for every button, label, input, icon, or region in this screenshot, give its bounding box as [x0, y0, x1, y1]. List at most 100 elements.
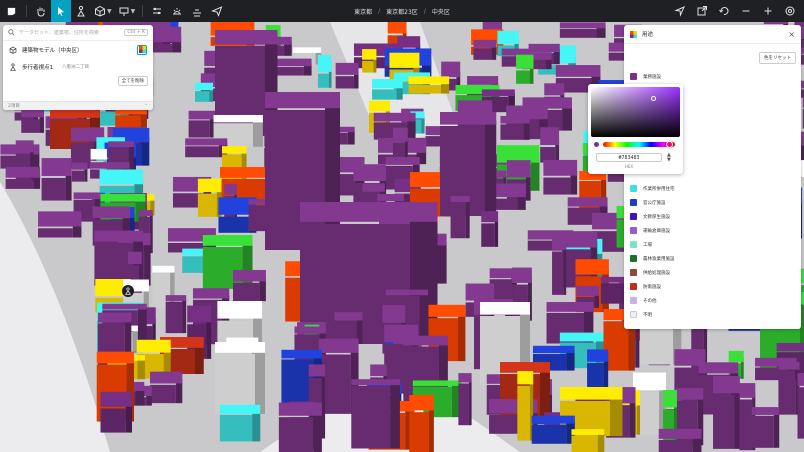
- building[interactable]: [552, 234, 567, 295]
- delete-all-button[interactable]: 全てを削除: [117, 76, 148, 86]
- legend-item[interactable]: 不明: [630, 311, 652, 318]
- zoom-in-button[interactable]: [758, 0, 778, 22]
- layers-tool-button[interactable]: [187, 0, 207, 22]
- layer-item-building-model[interactable]: 建築物モデル（中央区）: [3, 41, 153, 58]
- building[interactable]: [540, 127, 560, 163]
- building[interactable]: [215, 342, 265, 414]
- building[interactable]: [41, 158, 72, 201]
- building[interactable]: [531, 415, 575, 444]
- building[interactable]: [150, 371, 183, 404]
- building[interactable]: [458, 373, 472, 426]
- legend-swatch[interactable]: [630, 185, 637, 192]
- export-button[interactable]: [692, 0, 712, 22]
- legend-swatch[interactable]: [630, 227, 637, 234]
- legend-item[interactable]: 防衛施設: [630, 283, 661, 290]
- send-icon: [211, 6, 223, 17]
- legend-swatch[interactable]: [630, 297, 637, 304]
- building[interactable]: [195, 82, 214, 102]
- legend-swatch[interactable]: [630, 283, 637, 290]
- building[interactable]: [481, 211, 499, 247]
- layer-color-button[interactable]: [137, 44, 147, 55]
- settings-button[interactable]: [780, 0, 800, 22]
- legend-swatch[interactable]: [630, 199, 637, 206]
- legend-swatch[interactable]: [630, 255, 637, 262]
- color-palette-icon: [630, 30, 637, 38]
- building[interactable]: [473, 39, 497, 60]
- reset-colors-button[interactable]: 色をリセット: [759, 52, 796, 64]
- layers-panel-footer[interactable]: 2項目 ⌃: [3, 101, 153, 110]
- location-icon: [674, 6, 685, 17]
- breadcrumb-ward[interactable]: 中央区: [432, 7, 450, 16]
- building[interactable]: [278, 402, 322, 452]
- building[interactable]: [751, 407, 780, 448]
- legend-swatch[interactable]: [630, 241, 637, 248]
- building[interactable]: [351, 379, 400, 449]
- legend-swatch[interactable]: [630, 311, 637, 318]
- pedestrian-tool-button[interactable]: [71, 0, 91, 22]
- building[interactable]: [571, 429, 605, 452]
- legend-item[interactable]: 文教厚生施設: [630, 213, 670, 220]
- legend-item[interactable]: その他: [630, 297, 657, 304]
- building[interactable]: [219, 404, 261, 442]
- pointer-tool-button[interactable]: [51, 0, 71, 22]
- sliders-tool-button[interactable]: [147, 0, 167, 22]
- building[interactable]: [188, 110, 216, 138]
- building[interactable]: [658, 428, 702, 452]
- chevron-up-icon[interactable]: ⌃: [144, 104, 148, 109]
- format-stepper[interactable]: ▲ ▼: [667, 153, 671, 163]
- legend-item[interactable]: 業務施設: [630, 73, 661, 80]
- search-shortcut-hint: Ctrl + K: [124, 29, 148, 36]
- sun-tool-button[interactable]: [167, 0, 187, 22]
- close-icon[interactable]: ×: [788, 30, 795, 39]
- breadcrumb-prefecture[interactable]: 東京都: [354, 7, 372, 16]
- layers-icon: [193, 9, 202, 17]
- legend-item[interactable]: 工場: [630, 241, 652, 248]
- building[interactable]: [713, 375, 740, 449]
- building[interactable]: [165, 295, 187, 334]
- hue-slider[interactable]: [603, 142, 675, 147]
- legend-swatch[interactable]: [630, 269, 637, 276]
- building[interactable]: [100, 391, 132, 433]
- pedestrian-marker[interactable]: [122, 285, 134, 297]
- legend-item[interactable]: 官公庁施設: [630, 199, 666, 206]
- hex-color-input[interactable]: [596, 153, 662, 162]
- undo-button[interactable]: [714, 0, 734, 22]
- building[interactable]: [797, 373, 804, 439]
- legend-label: 工場: [643, 242, 652, 248]
- building[interactable]: [500, 115, 530, 140]
- pointer-icon: [58, 7, 64, 16]
- saturation-value-area[interactable]: [591, 87, 680, 137]
- building[interactable]: [559, 22, 606, 38]
- layer-item-pedestrian-view[interactable]: 歩行者視点1 八重洲二丁目: [3, 58, 153, 75]
- building[interactable]: [197, 178, 222, 217]
- saturation-handle[interactable]: [651, 96, 656, 101]
- app-logo[interactable]: [0, 0, 22, 22]
- search-input[interactable]: [19, 29, 121, 36]
- zoom-out-button[interactable]: [736, 0, 756, 22]
- legend-item[interactable]: 作業所併用住宅: [630, 185, 675, 192]
- sign-tool-button[interactable]: ▼: [115, 0, 139, 22]
- breadcrumb-wards[interactable]: 東京都23区: [386, 7, 418, 16]
- chevron-down-icon: ▼: [130, 7, 136, 15]
- building[interactable]: [232, 269, 266, 302]
- building[interactable]: [317, 54, 332, 88]
- share-tool-button[interactable]: [207, 0, 227, 22]
- location-button[interactable]: [670, 0, 690, 22]
- legend-item[interactable]: 運輸倉庫施設: [630, 227, 670, 234]
- legend-header: 用途 ×: [624, 25, 801, 44]
- building[interactable]: [38, 211, 82, 238]
- pedestrian-icon: [125, 287, 131, 295]
- legend-label: 文教厚生施設: [643, 214, 670, 220]
- undo-icon: [719, 7, 729, 16]
- building[interactable]: [409, 395, 434, 452]
- legend-swatch[interactable]: [630, 73, 637, 80]
- legend-item[interactable]: 農林漁業用施設: [630, 255, 675, 262]
- legend-swatch[interactable]: [630, 213, 637, 220]
- hue-slider-handle[interactable]: [666, 141, 673, 148]
- building[interactable]: [71, 162, 88, 182]
- building[interactable]: [517, 371, 534, 441]
- cube-tool-button[interactable]: ▼: [91, 0, 115, 22]
- hand-tool-button[interactable]: [31, 0, 51, 22]
- legend-item[interactable]: 供給処理施設: [630, 269, 670, 276]
- building[interactable]: [185, 138, 228, 158]
